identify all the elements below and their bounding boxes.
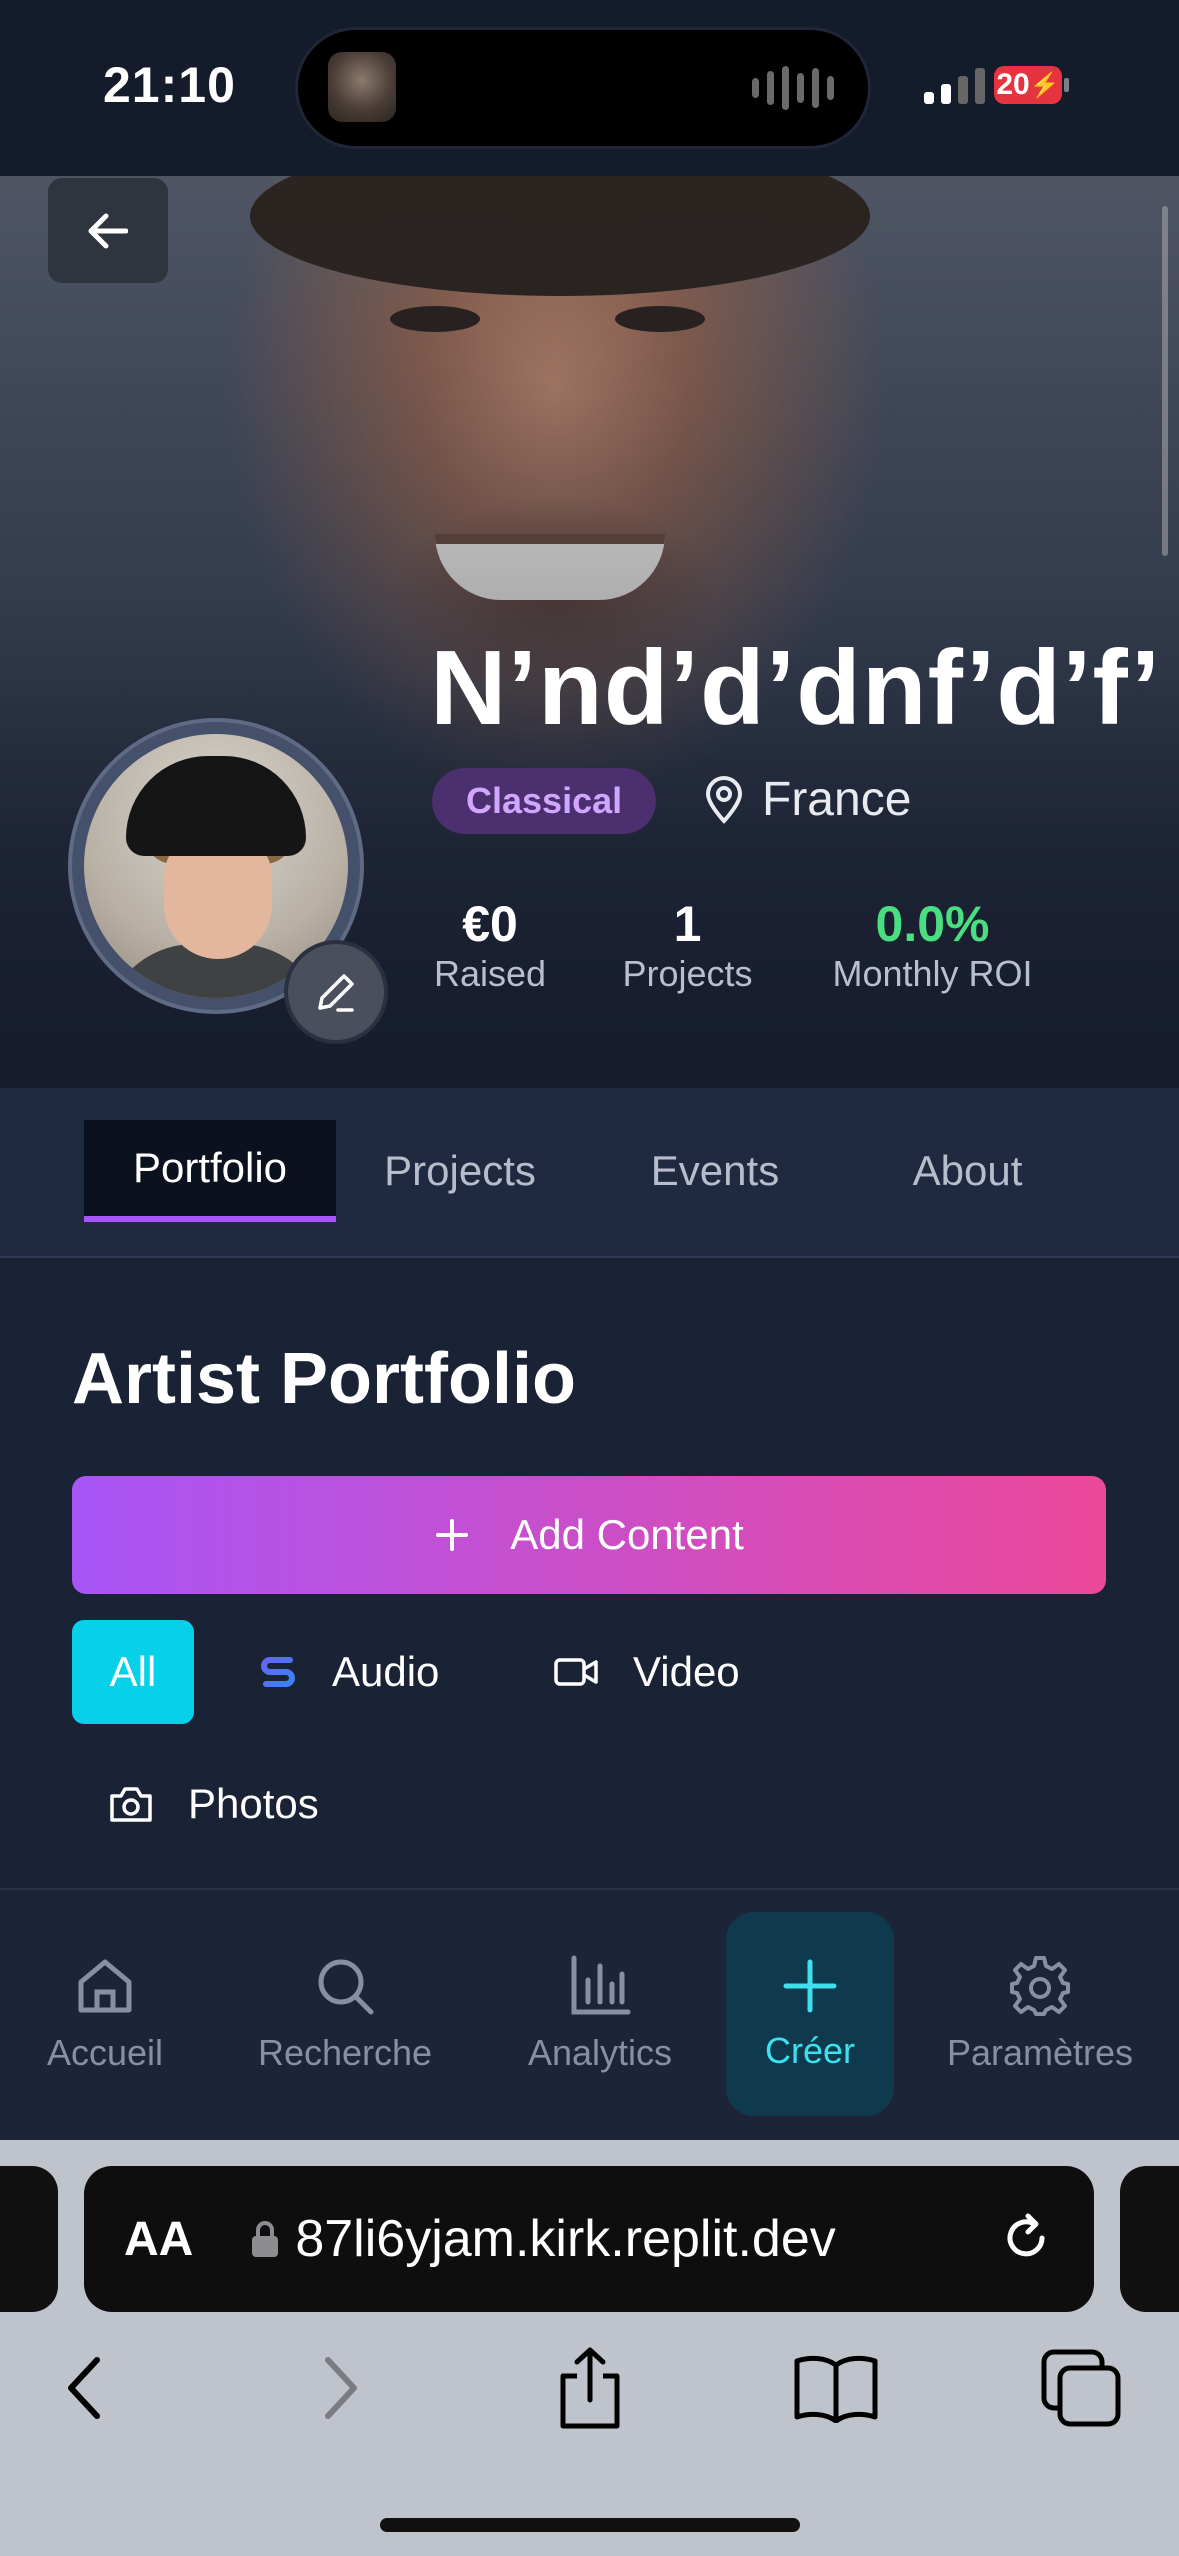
battery-tip (1064, 78, 1069, 92)
home-indicator (380, 2518, 800, 2532)
stat-raised: €0 Raised (420, 895, 560, 995)
charging-bolt-icon: ⚡ (1029, 71, 1060, 99)
nav-label: Paramètres (946, 2032, 1134, 2073)
reload-icon[interactable] (998, 2210, 1054, 2266)
bar-chart-icon (571, 1955, 631, 2015)
tab-projects[interactable]: Projects (360, 1120, 560, 1222)
gear-icon (1010, 1956, 1070, 2016)
video-icon (554, 1658, 598, 1686)
tabs-icon (1041, 2349, 1121, 2427)
nav-label: Créer (764, 2030, 856, 2071)
filter-photos-label: Photos (188, 1780, 319, 1827)
artist-name: N’nd’d’dnf’d’f’ (430, 629, 1162, 747)
url-text: 87li6yjam.kirk.replit.dev (295, 2210, 836, 2268)
filter-photos[interactable]: Photos (108, 1752, 319, 1856)
stat-value: 1 (673, 896, 702, 952)
pencil-icon (318, 974, 354, 1012)
status-time: 21:10 (103, 57, 236, 113)
nav-parametres[interactable]: Paramètres (920, 1912, 1160, 2116)
avatar-hat (126, 756, 306, 856)
location: France (704, 772, 911, 827)
address-bar[interactable]: AA 87li6yjam.kirk.replit.dev (84, 2166, 1094, 2312)
previous-tab-preview[interactable] (0, 2166, 58, 2312)
back-button[interactable] (48, 178, 168, 283)
filter-video[interactable]: Video (553, 1620, 740, 1724)
filter-all[interactable]: All (72, 1620, 194, 1724)
now-playing-thumbnail (328, 52, 396, 122)
audio-waveform-icon (752, 66, 834, 110)
chevron-right-icon (325, 2357, 357, 2419)
camera-icon (110, 1787, 152, 1822)
stat-monthly-roi: 0.0% Monthly ROI (815, 895, 1050, 995)
share-button[interactable] (540, 2340, 640, 2436)
tabs-button[interactable] (1032, 2340, 1132, 2436)
section-title: Artist Portfolio (72, 1339, 576, 1419)
battery-level: 20 (996, 68, 1030, 101)
chevron-left-icon (68, 2357, 100, 2419)
edit-avatar-button[interactable] (288, 944, 384, 1040)
nav-label: Recherche (257, 2032, 433, 2073)
search-icon (318, 1959, 374, 2015)
stat-projects: 1 Projects (600, 895, 775, 995)
forward-nav-button[interactable] (295, 2340, 385, 2436)
filter-video-label: Video (633, 1648, 740, 1695)
filter-audio-label: Audio (332, 1648, 440, 1695)
stat-label: Monthly ROI (832, 953, 1033, 994)
cellular-signal-icon (924, 64, 985, 104)
filter-audio[interactable]: Audio (258, 1620, 439, 1724)
dynamic-island[interactable] (298, 30, 868, 146)
stat-value: 0.0% (875, 896, 990, 952)
bookmarks-button[interactable] (786, 2340, 886, 2436)
add-content-label: Add Content (510, 1511, 744, 1558)
plus-icon (783, 1959, 837, 2013)
book-icon (794, 2355, 878, 2423)
nav-label: Accueil (46, 2032, 164, 2073)
next-tab-preview[interactable] (1120, 2166, 1179, 2312)
audio-icon (261, 1657, 295, 1687)
tab-about[interactable]: About (860, 1120, 1075, 1222)
nav-recherche[interactable]: Recherche (230, 1912, 460, 2116)
tab-events[interactable]: Events (610, 1120, 820, 1222)
stat-value: €0 (462, 896, 518, 952)
stat-label: Projects (622, 953, 753, 994)
home-icon (78, 1959, 132, 2013)
nav-label: Analytics (527, 2032, 673, 2073)
back-nav-button[interactable] (40, 2340, 130, 2436)
arrow-left-icon (88, 213, 128, 248)
lock-icon (252, 2221, 279, 2257)
nav-analytics[interactable]: Analytics (500, 1912, 700, 2116)
tab-portfolio[interactable]: Portfolio (84, 1120, 336, 1222)
stat-label: Raised (433, 953, 547, 994)
battery-icon: 20 ⚡ (994, 66, 1062, 104)
location-text: France (762, 773, 912, 826)
nav-accueil[interactable]: Accueil (10, 1912, 200, 2116)
share-icon (560, 2347, 620, 2429)
text-size-button[interactable]: AA (124, 2212, 193, 2267)
plus-icon (436, 1519, 469, 1551)
genre-badge: Classical (432, 768, 657, 834)
scroll-indicator (1162, 206, 1168, 556)
add-content-button[interactable]: Add Content (72, 1476, 1106, 1594)
nav-creer[interactable]: Créer (726, 1912, 894, 2116)
map-pin-icon (705, 775, 743, 824)
